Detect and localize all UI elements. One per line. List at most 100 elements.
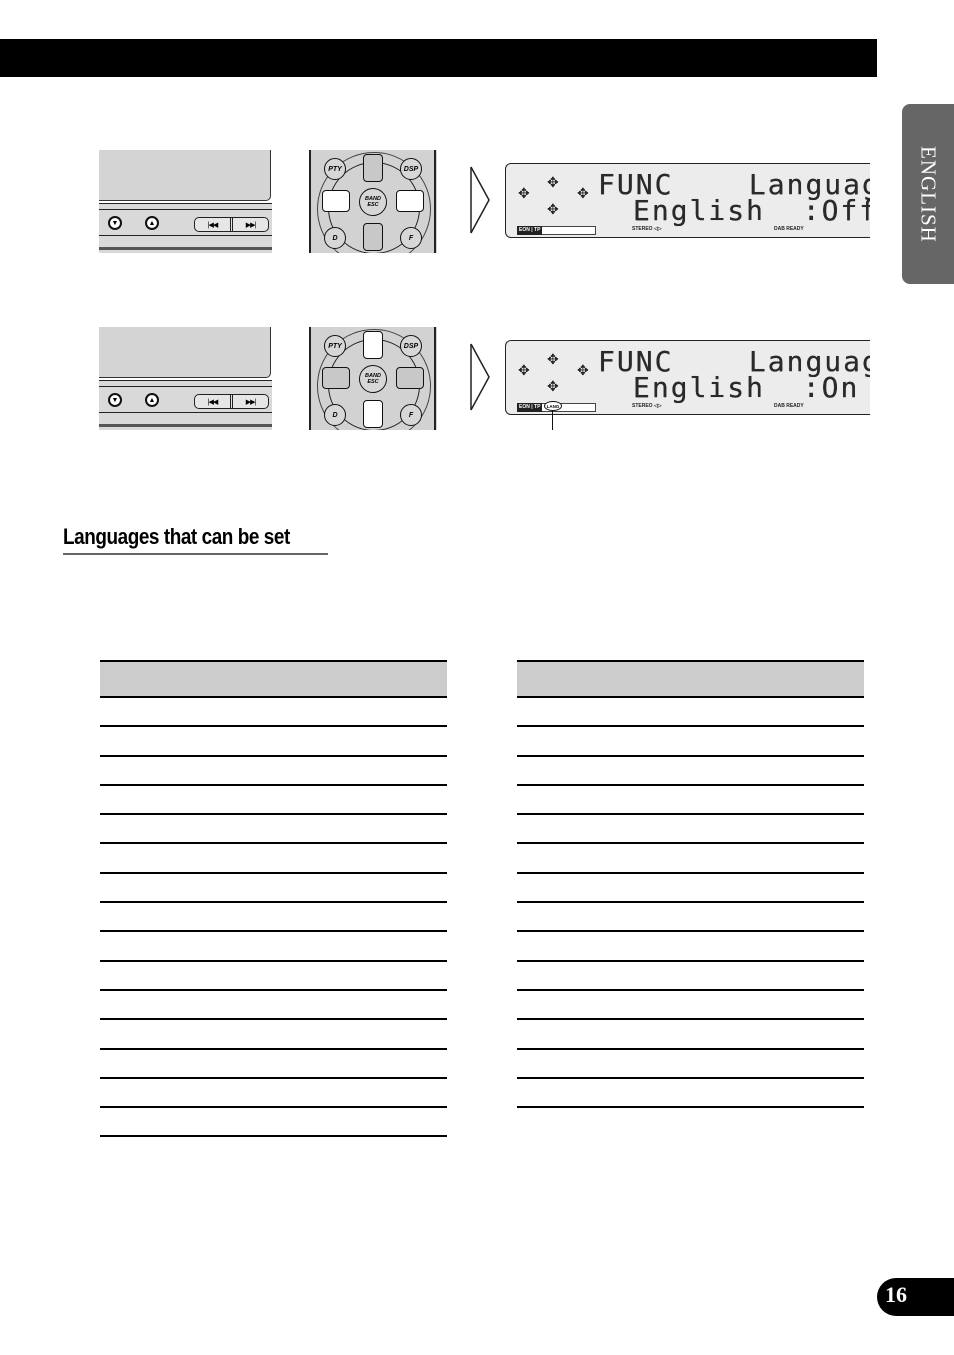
page-number: 16 <box>885 1282 907 1307</box>
table-row <box>100 903 447 933</box>
table-cell <box>100 815 447 827</box>
down-button[interactable]: ▼ <box>108 216 122 230</box>
table-cell <box>100 844 447 856</box>
table-cell <box>100 727 447 739</box>
table-row <box>100 1020 447 1050</box>
d-button[interactable]: D <box>324 404 346 426</box>
table-cell <box>100 1079 447 1091</box>
table-row <box>100 962 447 991</box>
d-button[interactable]: D <box>324 227 346 249</box>
dsp-button[interactable]: DSP <box>400 158 422 180</box>
page-number-badge: 16 <box>877 1278 954 1316</box>
cursor-up-icon: ✥ <box>547 174 559 190</box>
esc-label: ESC <box>367 202 379 208</box>
seek-forward-button[interactable]: ▶▶| <box>233 395 268 408</box>
f-button[interactable]: F <box>400 227 422 249</box>
table-cell <box>517 1020 864 1032</box>
up-button[interactable]: ▲ <box>145 393 159 407</box>
dsp-button[interactable]: DSP <box>400 335 422 357</box>
table-cell <box>517 962 864 974</box>
cursor-down-icon: ✥ <box>547 378 559 394</box>
table-row <box>100 844 447 874</box>
down-arrow-icon: ▼ <box>111 396 119 404</box>
table-cell <box>100 962 447 974</box>
table-row <box>100 757 447 786</box>
table-row <box>517 903 864 933</box>
seek-back-button[interactable]: |◀◀ <box>195 395 233 408</box>
table-row <box>100 1108 447 1138</box>
f-button[interactable]: F <box>400 404 422 426</box>
table-cell <box>517 932 864 944</box>
languages-table-right <box>517 660 864 1109</box>
table-cell <box>100 991 447 1003</box>
dab-ready-indicator: DAB READY <box>774 226 804 232</box>
up-arrow-icon: ▲ <box>148 396 156 404</box>
head-unit-panel: ▼ ▲ |◀◀ ▶▶| <box>99 327 272 430</box>
remote-down-button[interactable] <box>363 400 383 428</box>
stereo-indicator: STEREO ◁▷ <box>632 226 662 232</box>
down-arrow-icon: ▼ <box>111 219 119 227</box>
display-line-2: English :Off <box>633 194 870 227</box>
table-cell <box>517 698 864 710</box>
display-line-2: English :On <box>633 371 859 404</box>
next-track-icon: ▶▶| <box>245 221 257 229</box>
table-cell <box>100 1020 447 1032</box>
table-row <box>517 698 864 728</box>
heading-underline <box>63 553 328 555</box>
table-row <box>517 844 864 874</box>
up-button[interactable]: ▲ <box>145 216 159 230</box>
remote-down-button[interactable] <box>363 223 383 251</box>
section-tab-label: ENGLISH <box>916 145 941 243</box>
next-track-icon: ▶▶| <box>245 398 257 406</box>
unit-screen <box>99 150 271 201</box>
table-row <box>517 991 864 1021</box>
pty-button[interactable]: PTY <box>324 335 346 357</box>
dsp-label: DSP <box>403 165 419 173</box>
remote-right-button[interactable] <box>396 190 424 212</box>
eon-tp-indicator: EON | TP <box>517 226 543 235</box>
table-row <box>517 874 864 904</box>
esc-label: ESC <box>367 379 379 385</box>
section-heading: Languages that can be set <box>63 524 290 549</box>
cursor-right-icon: ✥ <box>577 185 589 201</box>
table-cell <box>517 757 864 769</box>
remote-right-button[interactable] <box>396 367 424 389</box>
table-row <box>100 1050 447 1079</box>
table-row <box>100 1079 447 1109</box>
remote-control: PTY DSP D F BAND ESC <box>309 150 437 253</box>
table-cell <box>517 903 864 915</box>
remote-up-button[interactable] <box>363 331 383 359</box>
table-cell <box>100 698 447 710</box>
table-row <box>517 815 864 845</box>
pty-button[interactable]: PTY <box>324 158 346 180</box>
d-label: D <box>332 234 338 242</box>
table-cell <box>517 844 864 856</box>
seek-forward-button[interactable]: ▶▶| <box>233 218 268 231</box>
table-cell <box>100 786 447 798</box>
f-label: F <box>408 411 414 419</box>
table-row <box>517 962 864 991</box>
remote-left-button[interactable] <box>322 367 350 389</box>
band-esc-button[interactable]: BAND ESC <box>359 365 387 393</box>
dab-ready-indicator: DAB READY <box>774 403 804 409</box>
up-arrow-icon: ▲ <box>148 219 156 227</box>
table-cell <box>517 786 864 798</box>
table-row <box>517 1050 864 1079</box>
table-row <box>100 991 447 1021</box>
down-button[interactable]: ▼ <box>108 393 122 407</box>
seek-back-button[interactable]: |◀◀ <box>195 218 233 231</box>
cursor-up-icon: ✥ <box>547 351 559 367</box>
language-section-tab[interactable]: ENGLISH <box>902 104 954 284</box>
lang-callout-line <box>552 410 553 430</box>
table-row <box>517 932 864 962</box>
table-cell <box>517 815 864 827</box>
language-value: English <box>633 194 766 227</box>
cursor-left-icon: ✥ <box>518 362 530 378</box>
table-row <box>517 757 864 786</box>
remote-up-button[interactable] <box>363 154 383 182</box>
table-header <box>517 660 864 698</box>
band-esc-button[interactable]: BAND ESC <box>359 188 387 216</box>
setting-value: :Off <box>802 194 870 227</box>
remote-left-button[interactable] <box>322 190 350 212</box>
cursor-left-icon: ✥ <box>518 185 530 201</box>
